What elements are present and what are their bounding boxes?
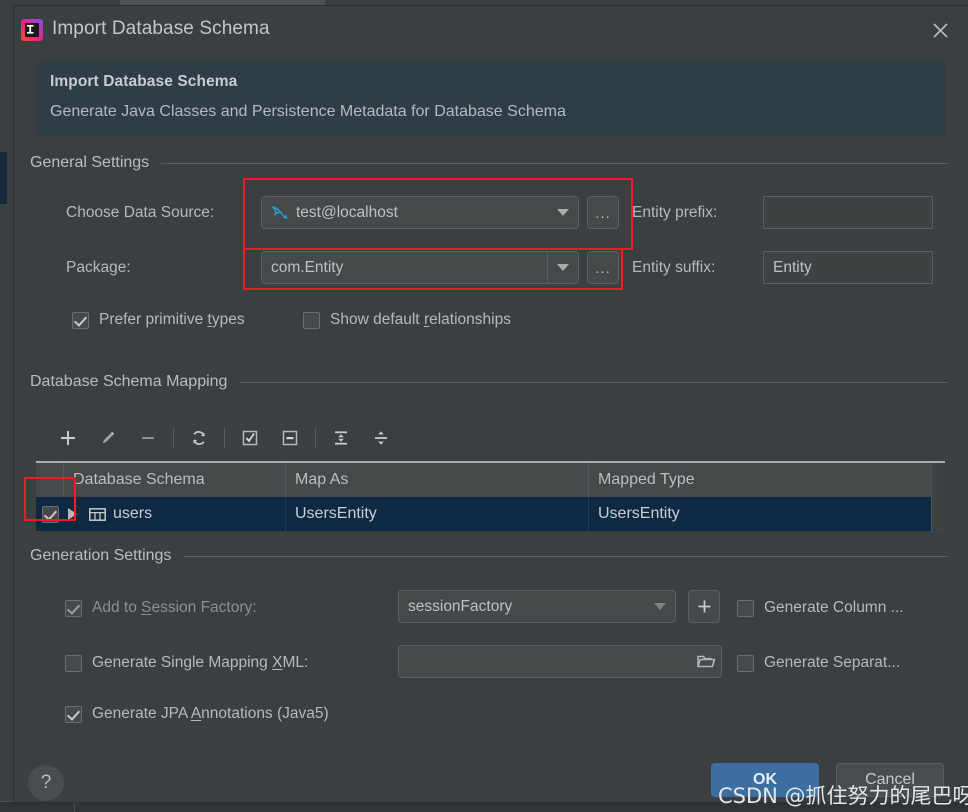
entity-prefix-input[interactable] xyxy=(763,196,933,229)
show-default-relationships-label: Show default relationships xyxy=(330,311,511,328)
checkbox-box xyxy=(72,311,89,329)
checkbox-box xyxy=(65,705,82,723)
background-left-accent xyxy=(0,152,7,204)
prefer-primitive-types-checkbox[interactable]: Prefer primitive types xyxy=(72,311,245,329)
collapse-all-icon[interactable] xyxy=(361,421,401,455)
add-session-factory-button[interactable] xyxy=(688,590,720,623)
general-settings-group-label: General Settings xyxy=(30,154,948,172)
csdn-watermark: CSDN @抓住努力的尾巴呀 xyxy=(718,784,968,808)
table-header-check xyxy=(36,463,64,497)
background-left-strip xyxy=(0,0,14,812)
table-icon xyxy=(89,507,106,521)
single-mapping-xml-input[interactable] xyxy=(398,645,722,678)
entity-suffix-label: Entity suffix: xyxy=(632,259,716,276)
package-value: com.Entity xyxy=(271,258,344,276)
entity-prefix-label: Entity prefix: xyxy=(632,204,718,221)
toolbar-separator xyxy=(315,428,316,448)
row-database-schema: users xyxy=(64,497,286,531)
table-vertical-scrollbar[interactable] xyxy=(931,463,945,533)
refresh-icon[interactable] xyxy=(179,421,219,455)
checkbox-box xyxy=(65,654,82,672)
package-combo[interactable]: com.Entity xyxy=(261,251,579,284)
folder-icon[interactable] xyxy=(691,646,721,677)
mysql-dolphin-icon xyxy=(271,205,289,221)
row-database-schema-value: users xyxy=(113,505,153,522)
group-divider-rule xyxy=(239,381,948,383)
add-to-session-factory-label: Add to Session Factory: xyxy=(92,599,257,616)
group-divider-rule xyxy=(161,162,948,164)
chevron-down-icon[interactable] xyxy=(645,591,675,622)
generate-jpa-annotations-checkbox[interactable]: Generate JPA Annotations (Java5) xyxy=(65,705,329,723)
dialog-title: Import Database Schema xyxy=(52,18,270,39)
schema-mapping-group-label: Database Schema Mapping xyxy=(30,373,948,391)
dialog-titlebar: Import Database Schema xyxy=(14,6,968,54)
toolbar-separator xyxy=(173,428,174,448)
deselect-all-icon[interactable] xyxy=(270,421,310,455)
edit-pencil-icon[interactable] xyxy=(88,421,128,455)
close-icon[interactable] xyxy=(920,12,960,48)
generate-single-mapping-xml-label: Generate Single Mapping XML: xyxy=(92,654,309,671)
data-source-combo[interactable]: test@localhost xyxy=(261,196,579,229)
banner-subtitle: Generate Java Classes and Persistence Me… xyxy=(50,103,566,120)
chevron-down-icon[interactable] xyxy=(548,197,578,228)
checkbox-box xyxy=(303,311,320,329)
add-to-session-factory-checkbox[interactable]: Add to Session Factory: xyxy=(65,599,257,617)
table-row[interactable]: users UsersEntity UsersEntity xyxy=(36,497,945,531)
generate-single-mapping-xml-checkbox[interactable]: Generate Single Mapping XML: xyxy=(65,654,308,672)
background-status-bar-divider xyxy=(74,802,75,812)
chevron-down-icon[interactable] xyxy=(547,252,578,283)
row-mapped-type: UsersEntity xyxy=(598,505,680,522)
data-source-label: Choose Data Source: xyxy=(66,204,215,221)
checkbox-box xyxy=(737,599,754,617)
help-button[interactable]: ? xyxy=(28,765,64,801)
checkbox-box xyxy=(42,505,59,523)
schema-mapping-table: Database Schema Map As Mapped Type users… xyxy=(36,461,945,533)
table-header-database-schema[interactable]: Database Schema xyxy=(64,463,286,497)
group-divider-rule xyxy=(183,555,948,557)
dialog-banner: Import Database Schema Generate Java Cla… xyxy=(36,62,945,136)
banner-title: Import Database Schema xyxy=(50,73,238,90)
generate-column-checkbox[interactable]: Generate Column ... xyxy=(737,599,904,617)
table-header-mapped-type[interactable]: Mapped Type xyxy=(589,463,932,497)
add-icon[interactable] xyxy=(48,421,88,455)
entity-suffix-input[interactable]: Entity xyxy=(763,251,933,284)
remove-icon[interactable] xyxy=(128,421,168,455)
row-select-checkbox[interactable] xyxy=(36,497,64,531)
session-factory-value: sessionFactory xyxy=(408,597,513,615)
row-map-as: UsersEntity xyxy=(286,497,589,531)
data-source-value: test@localhost xyxy=(296,203,398,221)
checkbox-box xyxy=(737,654,754,672)
prefer-primitive-types-label: Prefer primitive types xyxy=(99,311,245,328)
package-label: Package: xyxy=(66,259,131,276)
expand-triangle-icon[interactable] xyxy=(68,508,77,520)
session-factory-combo[interactable]: sessionFactory xyxy=(398,590,676,623)
package-browse-button[interactable]: ... xyxy=(587,251,619,284)
toolbar-separator xyxy=(224,428,225,448)
expand-all-icon[interactable] xyxy=(321,421,361,455)
schema-mapping-toolbar xyxy=(48,420,408,456)
import-database-schema-dialog: Import Database Schema Import Database S… xyxy=(14,6,968,802)
generation-settings-group-label: Generation Settings xyxy=(30,547,948,565)
checkbox-box xyxy=(65,599,82,617)
entity-suffix-value: Entity xyxy=(773,258,812,276)
table-header-row: Database Schema Map As Mapped Type xyxy=(36,463,945,497)
generate-column-label: Generate Column ... xyxy=(764,599,904,616)
generate-separate-label: Generate Separat... xyxy=(764,654,901,671)
select-all-icon[interactable] xyxy=(230,421,270,455)
generate-separate-checkbox[interactable]: Generate Separat... xyxy=(737,654,900,672)
table-header-map-as[interactable]: Map As xyxy=(286,463,589,497)
intellij-idea-icon xyxy=(20,18,44,42)
data-source-browse-button[interactable]: ... xyxy=(587,196,619,229)
generate-jpa-annotations-label: Generate JPA Annotations (Java5) xyxy=(92,705,329,722)
show-default-relationships-checkbox[interactable]: Show default relationships xyxy=(303,311,511,329)
